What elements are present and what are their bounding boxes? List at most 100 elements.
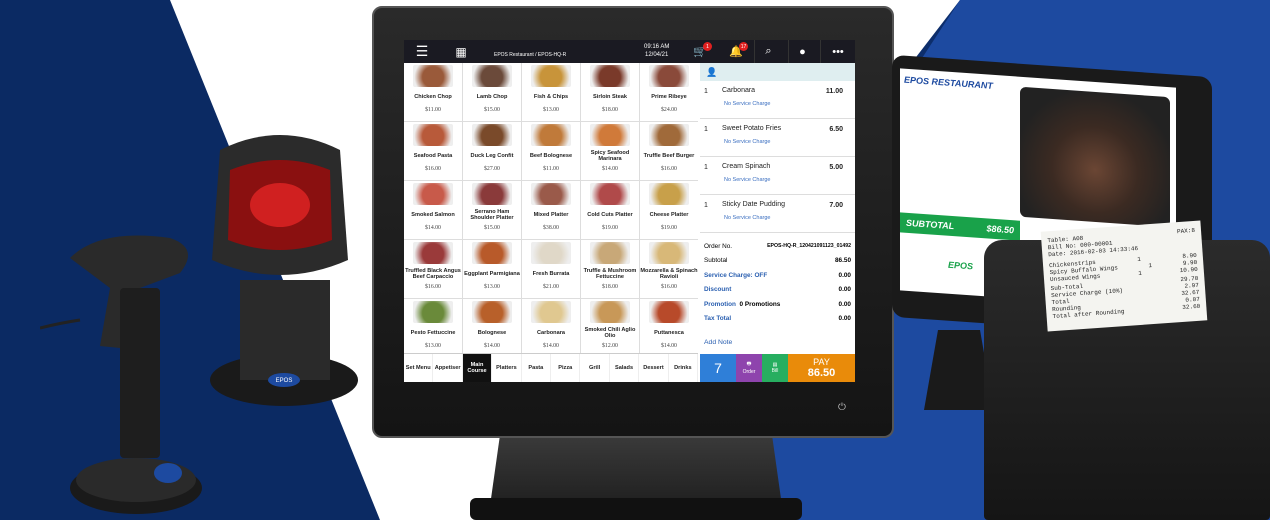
order-line-qty: 1	[704, 164, 708, 171]
menu-item[interactable]: Cold Cuts Platter $19.00	[581, 181, 639, 239]
menu-item-photo	[472, 183, 512, 205]
menu-item[interactable]: Eggplant Parmigiana $13.00	[463, 240, 521, 298]
menu-item-photo	[590, 124, 630, 146]
tablet-subtotal-label: SUBTOTAL	[906, 217, 955, 232]
order-line-amount: 5.00	[829, 164, 843, 171]
menu-item-name: Smoked Salmon	[411, 212, 455, 218]
category-tab[interactable]: Dessert	[639, 354, 669, 382]
menu-item[interactable]: Serrano Ham Shoulder Platter $15.00	[463, 181, 521, 239]
notification-icon[interactable]: 🔔 17	[722, 40, 750, 63]
order-line-amount: 11.00	[825, 88, 843, 95]
menu-item-photo	[590, 65, 630, 87]
menu-item-photo	[531, 124, 571, 146]
order-line-note: No Service Charge	[724, 101, 771, 107]
menu-item[interactable]: Duck Leg Confit $27.00	[463, 122, 521, 180]
menu-item-name: Chicken Chop	[414, 94, 452, 100]
category-tab[interactable]: Appetiser	[433, 354, 463, 382]
menu-item-photo	[590, 183, 630, 205]
tablet-brand: EPOS RESTAURANT	[904, 74, 993, 91]
menu-item[interactable]: Pesto Fettuccine $13.00	[404, 299, 462, 357]
order-line[interactable]: 1 Sweet Potato Fries 6.50 No Service Charge	[700, 119, 855, 157]
hamburger-icon[interactable]: ☰	[404, 40, 440, 63]
category-tab[interactable]: Platters	[492, 354, 522, 382]
subtotal-label: Subtotal	[704, 257, 728, 265]
menu-item[interactable]: Spicy Seafood Marinara $14.00	[581, 122, 639, 180]
grid-icon[interactable]: ▦	[446, 40, 476, 63]
order-line[interactable]: 1 Cream Spinach 5.00 No Service Charge	[700, 157, 855, 195]
discount-link[interactable]: Discount	[704, 286, 731, 293]
menu-item-price: $18.00	[602, 284, 618, 290]
order-line-amount: 7.00	[829, 202, 843, 209]
menu-item[interactable]: Mozzarella & Spinach Ravioli $16.00	[640, 240, 698, 298]
more-icon[interactable]: •••	[820, 40, 855, 63]
menu-item[interactable]: Seafood Pasta $16.00	[404, 122, 462, 180]
category-bar: Set Menu Appetiser Main Course Platters Past…	[404, 353, 699, 382]
menu-item[interactable]: Puttanesca $14.00	[640, 299, 698, 357]
order-line[interactable]: 1 Carbonara 11.00 No Service Charge	[700, 81, 855, 119]
menu-item-price: $16.00	[661, 166, 677, 172]
bill-button[interactable]: ▤ Bill	[762, 354, 788, 382]
category-tab[interactable]: Grill	[580, 354, 610, 382]
menu-item[interactable]: Chicken Chop $11.00	[404, 63, 462, 121]
receipt-line-qty: 1	[1137, 255, 1142, 264]
pay-button[interactable]: PAY 86.50	[788, 354, 855, 382]
receipt-line-qty: 1	[1148, 262, 1153, 270]
menu-item-name: Eggplant Parmigiana	[464, 271, 520, 277]
menu-item-name: Truffle Beef Burger	[643, 153, 695, 159]
category-tab[interactable]: Pizza	[551, 354, 581, 382]
order-line-name: Sweet Potato Fries	[722, 125, 782, 132]
menu-item[interactable]: Smoked Chili Aglio Olio $12.00	[581, 299, 639, 357]
category-tab[interactable]: Set Menu	[404, 354, 434, 382]
menu-item-photo	[649, 65, 689, 87]
order-line-note: No Service Charge	[724, 215, 771, 221]
menu-item-name: Spicy Seafood Marinara	[590, 150, 630, 162]
scanner-badge: EPOS	[276, 378, 293, 384]
menu-item-name: Smoked Chili Aglio Olio	[584, 327, 636, 339]
menu-item-price: $27.00	[484, 166, 500, 172]
customer-header[interactable]: 👤	[700, 63, 855, 81]
menu-item[interactable]: Lamb Chop $15.00	[463, 63, 521, 121]
category-tab[interactable]: Pasta	[522, 354, 552, 382]
menu-item[interactable]: Truffle Beef Burger $16.00	[640, 122, 698, 180]
order-line-name: Carbonara	[722, 87, 756, 94]
menu-item[interactable]: Smoked Salmon $14.00	[404, 181, 462, 239]
category-tab[interactable]: Drinks	[669, 354, 699, 382]
menu-item[interactable]: Truffled Black Angus Beef Carpaccio $16.0…	[404, 240, 462, 298]
guest-count-button[interactable]: 7	[700, 354, 736, 382]
menu-item[interactable]: Mixed Platter $38.00	[522, 181, 580, 239]
menu-item-price: $19.00	[602, 225, 618, 231]
menu-item[interactable]: Truffle & Mushroom Fettuccine $18.00	[581, 240, 639, 298]
pay-amount: 86.50	[807, 367, 836, 379]
order-button[interactable]: 🖶 Order	[736, 354, 762, 382]
order-line[interactable]: 1 Sticky Date Pudding 7.00 No Service Charg…	[700, 195, 855, 233]
menu-item-price: $19.00	[661, 225, 677, 231]
menu-grid: Chicken Chop $11.00 Lamb Chop $15.00 Fish & …	[404, 63, 698, 357]
search-icon[interactable]: ⌕	[754, 40, 782, 63]
promotion-count: 0 Promotions	[739, 300, 781, 308]
menu-item-photo	[531, 183, 571, 205]
add-note-link[interactable]: Add Note	[704, 339, 732, 346]
service-charge-toggle[interactable]: Service Charge: OFF	[704, 272, 767, 279]
cart-icon[interactable]: 🛒 1	[686, 40, 714, 63]
menu-item[interactable]: Sirloin Steak $18.00	[581, 63, 639, 121]
menu-item[interactable]: Fish & Chips $13.00	[522, 63, 580, 121]
menu-item[interactable]: Cheese Platter $19.00	[640, 181, 698, 239]
category-tab[interactable]: Main Course	[462, 354, 493, 382]
menu-item-photo	[531, 301, 571, 323]
tablet-subtotal: SUBTOTAL $86.50	[900, 212, 1020, 241]
menu-item-name: Seafood Pasta	[413, 153, 453, 159]
menu-item[interactable]: Carbonara $14.00	[522, 299, 580, 357]
menu-item[interactable]: Bolognese $14.00	[463, 299, 521, 357]
menu-item[interactable]: Prime Ribeye $24.00	[640, 63, 698, 121]
menu-item[interactable]: Fresh Burrata $21.00	[522, 240, 580, 298]
receipt-pax: PAX:8	[1176, 226, 1196, 236]
power-icon[interactable]: ⏻	[838, 402, 846, 413]
menu-item[interactable]: Beef Bolognese $11.00	[522, 122, 580, 180]
category-tab[interactable]: Salads	[610, 354, 640, 382]
tax-total-link[interactable]: Tax Total	[704, 315, 731, 322]
action-bar: 7 🖶 Order ▤ Bill PAY 86.50	[700, 354, 855, 382]
menu-item-photo	[472, 65, 512, 87]
promotion-link[interactable]: Promotion	[704, 301, 736, 308]
user-icon[interactable]: ●	[788, 40, 816, 63]
menu-item-price: $14.00	[543, 343, 559, 349]
